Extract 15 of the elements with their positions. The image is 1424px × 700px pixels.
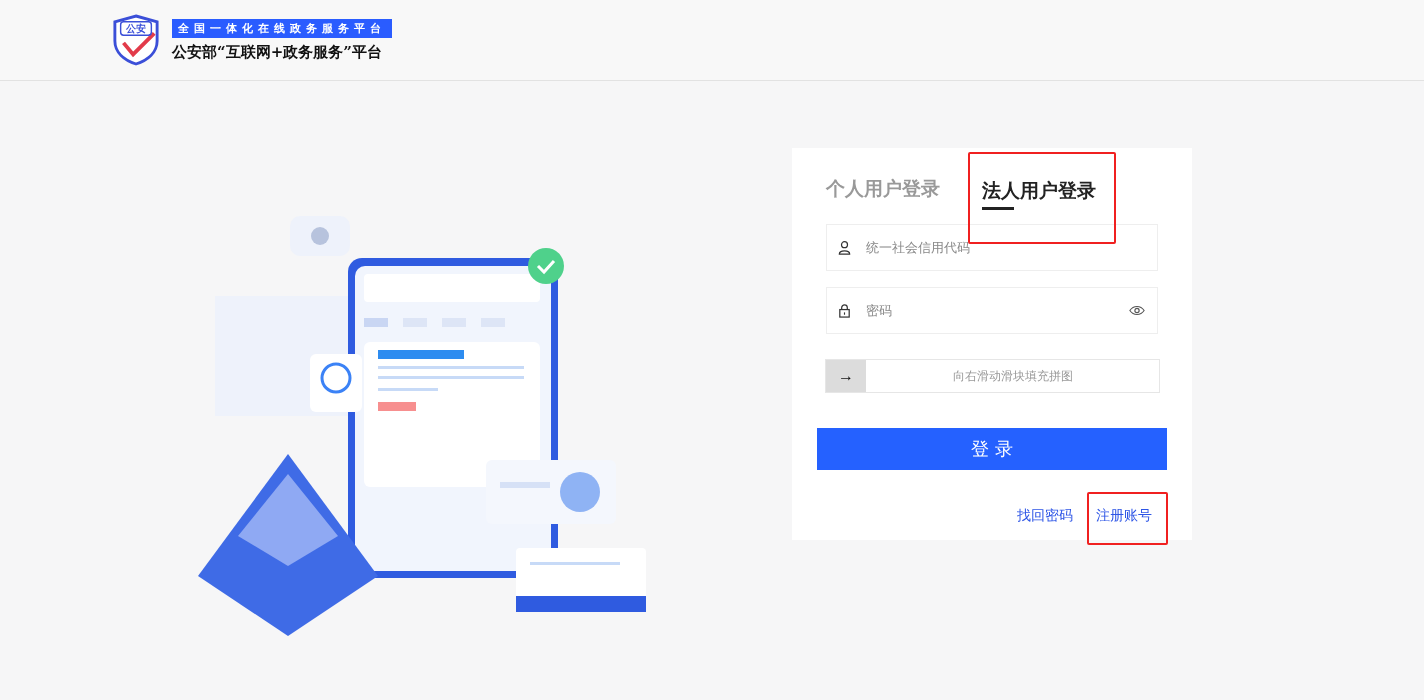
password-input[interactable]: 密码 xyxy=(864,302,1129,319)
login-tab[interactable]: 法人用户登录 xyxy=(968,152,1116,244)
login-field[interactable]: 统一社会信用代码 xyxy=(826,224,1158,271)
platform-tagline: 全国一体化在线政务服务平台 xyxy=(172,18,392,38)
shield-logo-icon: 公安 xyxy=(112,14,160,66)
account-link[interactable]: 注册账号 xyxy=(1087,492,1168,545)
slider-hint: 向右滑动滑块填充拼图 xyxy=(951,367,1074,385)
eye-icon[interactable] xyxy=(1129,305,1145,316)
login-field[interactable]: 密码 xyxy=(826,287,1158,334)
login-button[interactable]: 登 录 xyxy=(817,428,1167,470)
platform-title: 公安部“互联网+政务服务”平台 xyxy=(172,42,383,62)
slider-handle[interactable]: → xyxy=(826,360,866,392)
user-icon xyxy=(837,240,852,255)
account-link[interactable]: 找回密码 xyxy=(1017,507,1073,523)
lock-icon xyxy=(837,303,852,318)
